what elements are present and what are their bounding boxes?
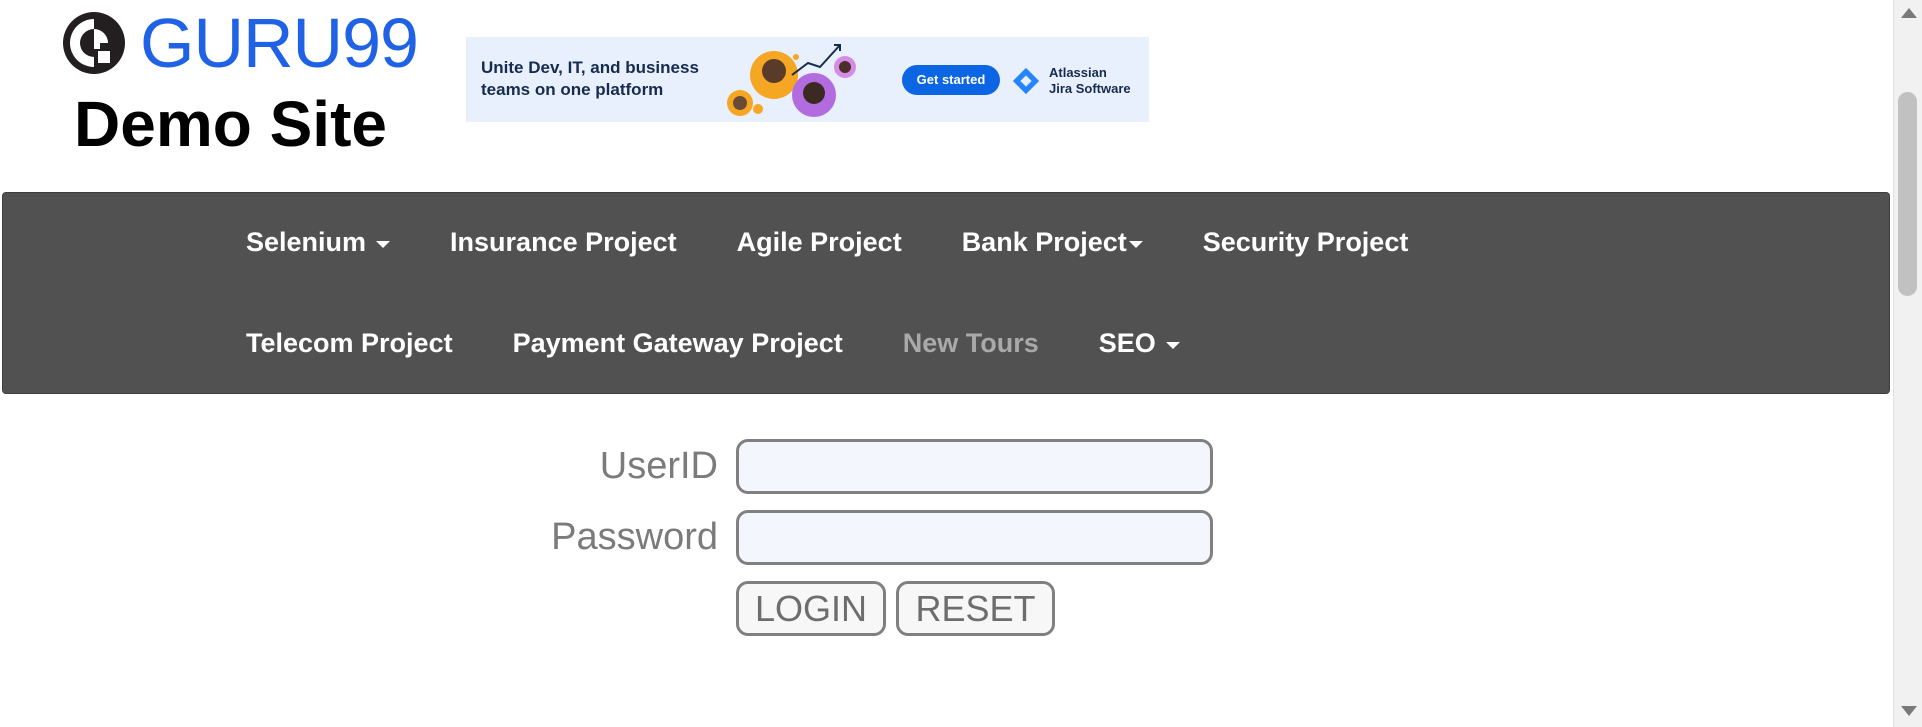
reset-button[interactable]: RESET [896,581,1055,636]
caret-down-icon [376,240,391,248]
nav-item-security-project[interactable]: Security Project [1203,227,1409,258]
nav-item-label: SEO [1098,327,1156,358]
nav-item-agile-project[interactable]: Agile Project [737,227,902,258]
password-input[interactable] [736,510,1213,565]
nav-row-2: Telecom Project Payment Gateway Project … [246,317,1240,369]
ad-headline: Unite Dev, IT, and business teams on one… [481,58,699,99]
nav-item-label: Bank Project [961,226,1127,257]
nav-item-label: Agile Project [736,226,902,257]
scroll-down-arrow-icon[interactable] [1901,706,1917,716]
nav-item-bank-project[interactable]: Bank Project [962,227,1143,258]
guru99-logo[interactable]: GURU99 [62,8,419,78]
ad-brand-line2: Jira Software [1049,81,1131,96]
scroll-up-arrow-icon[interactable] [1901,8,1917,18]
nav-item-label: Insurance Project [450,226,677,257]
nav-item-label: New Tours [902,327,1039,358]
ad-people-illustration [727,44,856,117]
nav-item-telecom-project[interactable]: Telecom Project [246,328,453,359]
scrollbar-thumb[interactable] [1898,92,1917,296]
nav-item-selenium[interactable]: Selenium [246,226,391,258]
ad-get-started-button[interactable]: Get started [902,65,1000,95]
userid-label: UserID [599,445,718,487]
caret-down-icon [1165,341,1180,349]
nav-row-1: Selenium Insurance Project Agile Project… [246,216,1468,268]
ad-brand-text: Atlassian Jira Software [1049,65,1131,97]
page: GURU99 Demo Site Unite Dev, IT, and busi… [0,0,1922,727]
caret-down-icon [1128,240,1143,248]
guru99-logo-icon [63,12,125,74]
login-button[interactable]: LOGIN [736,581,886,636]
nav-item-label: Payment Gateway Project [512,327,843,358]
nav-item-new-tours[interactable]: New Tours [903,328,1039,359]
vertical-scrollbar[interactable] [1893,0,1922,727]
nav-item-label: Selenium [246,226,367,257]
password-label: Password [551,516,718,558]
jira-diamond-icon [1012,67,1040,95]
nav-item-insurance-project[interactable]: Insurance Project [450,227,677,258]
ad-brand-line1: Atlassian [1049,65,1107,80]
nav-item-label: Telecom Project [246,327,453,358]
nav-item-label: Security Project [1202,226,1409,257]
ad-banner[interactable]: Unite Dev, IT, and business teams on one… [466,37,1149,122]
userid-input[interactable] [736,439,1213,494]
logo-text: GURU99 [140,4,419,82]
ad-brand: Atlassian Jira Software [1011,61,1141,101]
nav-item-seo[interactable]: SEO [1099,328,1180,359]
site-title: Demo Site [74,88,387,160]
nav-item-payment-gateway-project[interactable]: Payment Gateway Project [513,328,843,359]
